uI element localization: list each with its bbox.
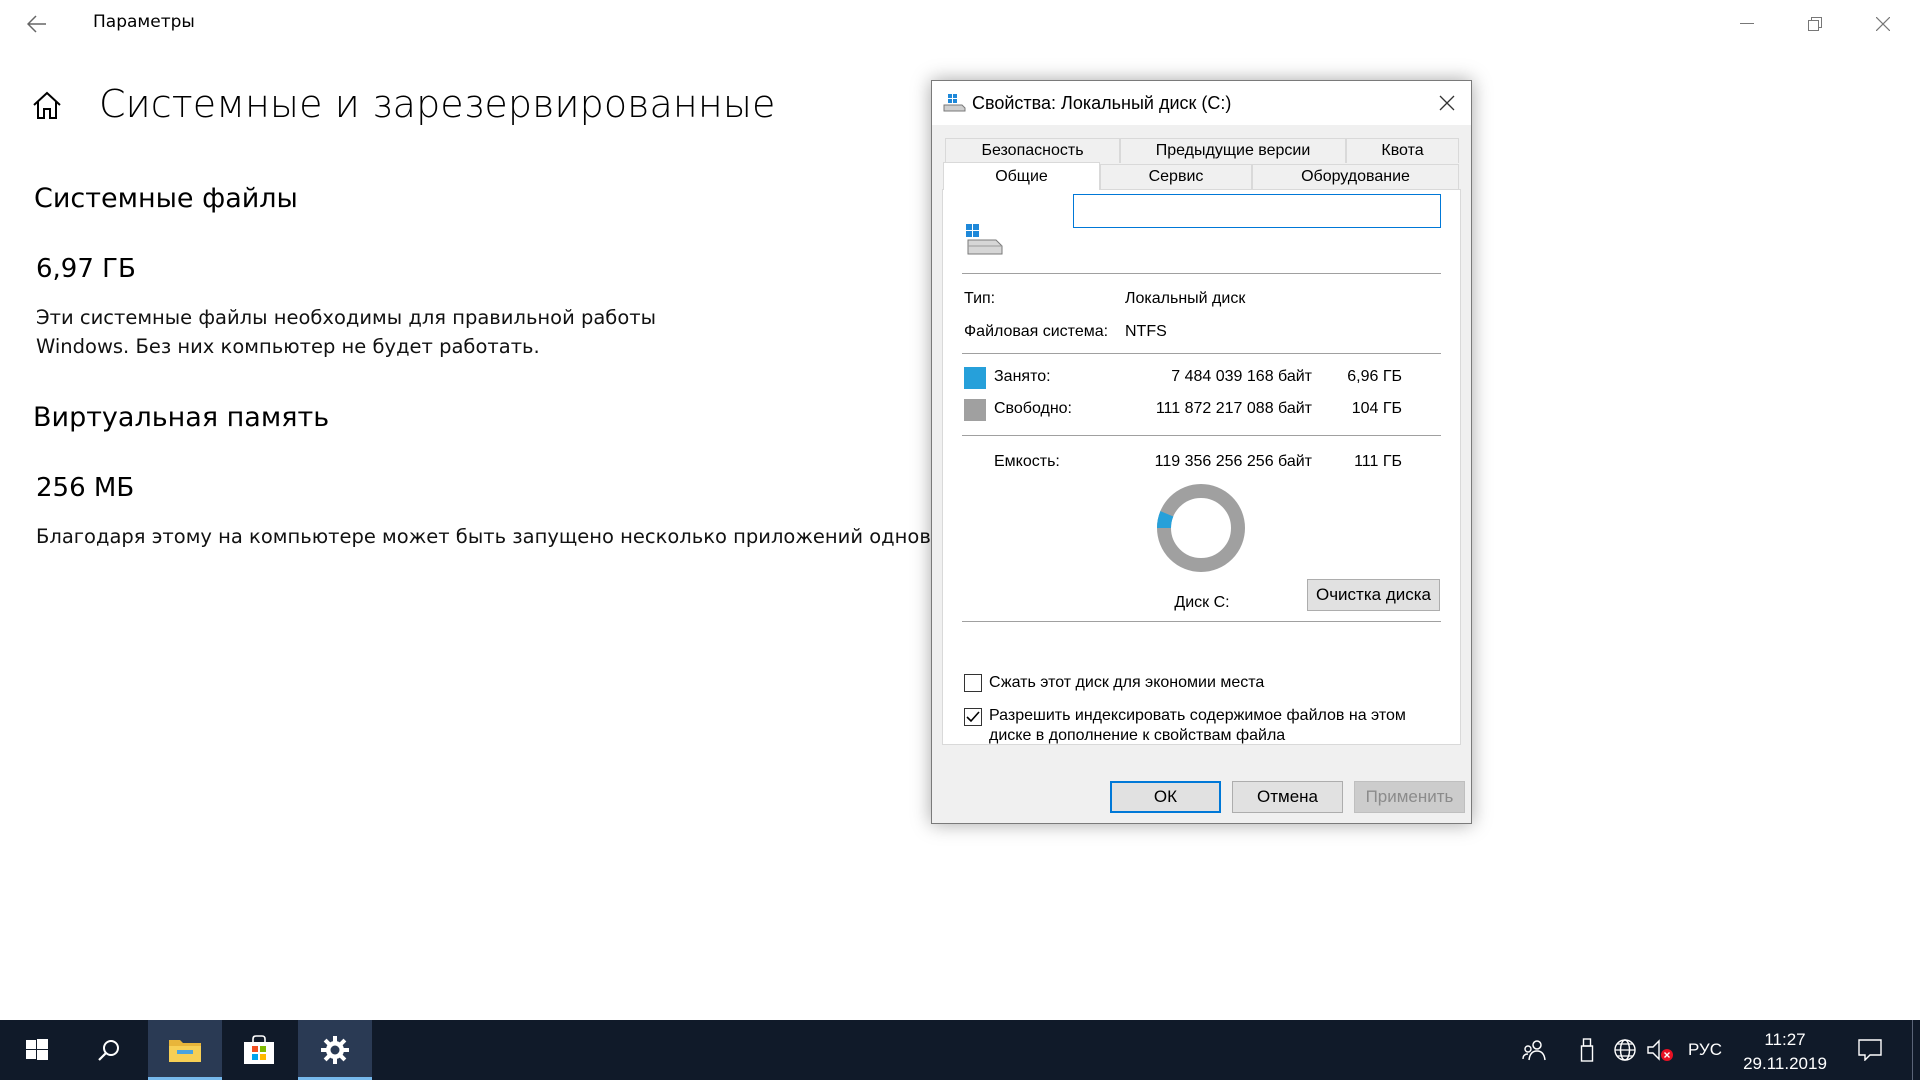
- volume-muted-icon[interactable]: [1645, 1020, 1675, 1080]
- used-label: Занято:: [994, 368, 1051, 385]
- show-desktop-divider[interactable]: [1912, 1020, 1913, 1080]
- capacity-label: Емкость:: [994, 453, 1060, 470]
- search-icon[interactable]: [72, 1020, 146, 1080]
- window-title: Параметры: [93, 12, 195, 32]
- virtual-memory-description: Благодаря этому на компьютере может быть…: [36, 525, 931, 548]
- clock-time: 11:27: [1764, 1030, 1806, 1049]
- restore-icon[interactable]: [1781, 0, 1849, 48]
- index-checkbox-label-1[interactable]: Разрешить индексировать содержимое файло…: [989, 707, 1406, 725]
- type-label: Тип:: [964, 290, 996, 307]
- page-title: Системные и зарезервированные: [99, 82, 776, 126]
- type-value: Локальный диск: [1125, 290, 1246, 307]
- tab-general[interactable]: Общие: [943, 162, 1100, 190]
- donut-free-segment: [1157, 484, 1245, 572]
- properties-dialog: Свойства: Локальный диск (C:) Безопаснос…: [931, 80, 1472, 824]
- separator: [962, 353, 1441, 354]
- apply-button[interactable]: Применить: [1354, 781, 1465, 813]
- drive-label: Диск C:: [1174, 594, 1230, 611]
- section-heading-system-files: Системные файлы: [34, 183, 298, 214]
- system-files-size: 6,97 ГБ: [36, 254, 136, 284]
- action-center-icon[interactable]: [1850, 1020, 1890, 1080]
- index-checkbox[interactable]: [964, 708, 982, 726]
- free-label: Свободно:: [994, 400, 1072, 417]
- network-globe-icon[interactable]: [1610, 1020, 1640, 1080]
- store-icon[interactable]: [222, 1020, 296, 1080]
- free-size: 104 ГБ: [1351, 400, 1402, 417]
- usb-drive-icon[interactable]: [1575, 1020, 1599, 1080]
- dialog-close-icon[interactable]: [1427, 85, 1467, 121]
- tab-hardware[interactable]: Оборудование: [1252, 164, 1459, 189]
- settings-icon[interactable]: [298, 1020, 372, 1080]
- compress-checkbox[interactable]: [964, 674, 982, 692]
- clock-date: 29.11.2019: [1743, 1054, 1827, 1073]
- section-heading-virtual-memory: Виртуальная память: [33, 402, 330, 433]
- capacity-size: 111 ГБ: [1354, 453, 1402, 470]
- start-icon[interactable]: [0, 1020, 74, 1080]
- filesystem-label: Файловая система:: [964, 323, 1109, 340]
- drive-name-input[interactable]: [1073, 194, 1441, 228]
- tab-security[interactable]: Безопасность: [945, 138, 1120, 163]
- close-icon[interactable]: [1849, 0, 1917, 48]
- separator: [962, 273, 1441, 274]
- tab-tools[interactable]: Сервис: [1100, 164, 1252, 189]
- clock[interactable]: 11:27 29.11.2019: [1730, 1028, 1840, 1076]
- filesystem-value: NTFS: [1125, 323, 1167, 340]
- used-bytes: 7 484 039 168 байт: [1171, 368, 1312, 385]
- dialog-title: Свойства: Локальный диск (C:): [972, 93, 1232, 113]
- language-indicator[interactable]: РУС: [1680, 1020, 1730, 1080]
- back-arrow-icon[interactable]: [22, 8, 52, 40]
- used-space-swatch: [964, 367, 986, 389]
- disk-cleanup-button[interactable]: Очистка диска: [1307, 579, 1440, 611]
- tab-quota[interactable]: Квота: [1346, 138, 1459, 163]
- drive-small-icon: [942, 93, 966, 118]
- cancel-button[interactable]: Отмена: [1232, 781, 1343, 813]
- free-bytes: 111 872 217 088 байт: [1155, 400, 1312, 417]
- system-files-description-2: Windows. Без них компьютер не будет рабо…: [36, 335, 540, 358]
- taskbar: РУС 11:27 29.11.2019: [0, 1020, 1920, 1080]
- file-explorer-icon[interactable]: [148, 1020, 222, 1080]
- virtual-memory-size: 256 МБ: [36, 473, 135, 503]
- drive-icon: [964, 222, 1004, 263]
- separator: [962, 621, 1441, 622]
- ok-button[interactable]: ОК: [1110, 781, 1221, 813]
- used-size: 6,96 ГБ: [1347, 368, 1402, 385]
- free-space-swatch: [964, 399, 986, 421]
- capacity-bytes: 119 356 256 256 байт: [1154, 453, 1312, 470]
- minimize-icon[interactable]: [1713, 0, 1781, 48]
- separator: [962, 435, 1441, 436]
- tab-previous-versions[interactable]: Предыдущие версии: [1120, 138, 1346, 163]
- disk-usage-donut: [1156, 483, 1246, 578]
- home-icon[interactable]: [30, 88, 72, 130]
- system-files-description-1: Эти системные файлы необходимы для прави…: [36, 306, 657, 329]
- compress-checkbox-label[interactable]: Сжать этот диск для экономии места: [989, 674, 1264, 692]
- people-icon[interactable]: [1517, 1020, 1551, 1080]
- checkmark-icon: [966, 711, 980, 723]
- index-checkbox-label-2[interactable]: диске в дополнение к свойствам файла: [989, 727, 1285, 745]
